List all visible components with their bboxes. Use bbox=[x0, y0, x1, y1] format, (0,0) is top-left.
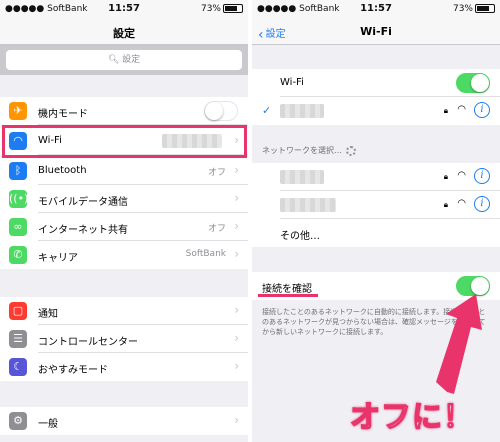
chevron-right-icon: › bbox=[234, 413, 239, 427]
chevron-right-icon: › bbox=[234, 303, 239, 317]
status-bar: ●●●●● SoftBank 11:57 73% bbox=[252, 0, 500, 18]
settings-row-general[interactable]: ⚙ 一般 › bbox=[0, 407, 248, 435]
page-title: 設定 bbox=[113, 27, 135, 40]
dnd-label: おやすみモード bbox=[38, 365, 108, 376]
ask-to-join-label: 接続を確認 bbox=[262, 284, 312, 295]
wifi-screen: ●●●●● SoftBank 11:57 73% ‹ 設定 Wi-Fi Wi-Fi… bbox=[252, 0, 500, 442]
lock-icon: 🔒︎ bbox=[443, 200, 448, 209]
control-center-label: コントロールセンター bbox=[38, 337, 138, 348]
connected-network-row[interactable]: ✓ 🔒︎ ◠ i bbox=[252, 97, 500, 125]
chevron-right-icon: › bbox=[234, 191, 239, 205]
hotspot-label: インターネット共有 bbox=[38, 225, 128, 236]
moon-icon: ☾ bbox=[9, 358, 27, 376]
wifi-signal-icon: ◠ bbox=[457, 170, 466, 181]
search-bar: 🔍︎ 設定 bbox=[0, 45, 248, 75]
network-name-blurred bbox=[280, 104, 324, 118]
loading-spinner-icon bbox=[346, 145, 356, 156]
settings-row-dnd[interactable]: ☾ おやすみモード › bbox=[0, 353, 248, 381]
network-row[interactable]: 🔒︎ ◠ i bbox=[252, 163, 500, 191]
notifications-icon: ▢ bbox=[9, 302, 27, 320]
ask-to-join-footnote: 接続したことのあるネットワークに自動的に接続します。接続したことのあるネットワー… bbox=[262, 308, 486, 336]
page-title: Wi-Fi bbox=[360, 25, 392, 38]
info-icon[interactable]: i bbox=[474, 168, 490, 184]
wifi-toggle[interactable] bbox=[456, 73, 490, 93]
airplane-label: 機内モード bbox=[38, 109, 88, 120]
chevron-right-icon: › bbox=[234, 331, 239, 345]
choose-network-label: ネットワークを選択… bbox=[262, 146, 342, 155]
nav-bar: ‹ 設定 Wi-Fi bbox=[252, 18, 500, 45]
lock-icon: 🔒︎ bbox=[443, 106, 448, 115]
phone-icon: ✆ bbox=[9, 246, 27, 264]
airplane-toggle[interactable] bbox=[204, 101, 238, 121]
cellular-icon: ((•)) bbox=[9, 190, 33, 208]
gear-icon: ⚙ bbox=[9, 412, 27, 430]
checkmark-icon: ✓ bbox=[262, 104, 272, 117]
cellular-label: モバイルデータ通信 bbox=[38, 197, 128, 208]
settings-row-hotspot[interactable]: ∞ インターネット共有 オフ › bbox=[0, 213, 248, 241]
hotspot-value: オフ bbox=[207, 224, 226, 234]
info-icon[interactable]: i bbox=[474, 196, 490, 212]
bluetooth-value: オフ bbox=[207, 168, 226, 178]
status-bar: ●●●●● SoftBank 11:57 73% bbox=[0, 0, 248, 18]
info-icon[interactable]: i bbox=[474, 102, 490, 118]
network-name-blurred bbox=[280, 170, 324, 184]
wifi-signal-icon: ◠ bbox=[457, 104, 466, 115]
airplane-icon: ✈ bbox=[9, 102, 27, 120]
lock-icon: 🔒︎ bbox=[443, 172, 448, 181]
chevron-right-icon: › bbox=[234, 359, 239, 373]
chevron-right-icon: › bbox=[234, 247, 239, 261]
settings-row-carrier[interactable]: ✆ キャリア SoftBank › bbox=[0, 241, 248, 269]
battery-percent: 73% bbox=[452, 4, 473, 14]
other-network-row[interactable]: その他… bbox=[252, 219, 500, 247]
wifi-toggle-label: Wi-Fi bbox=[280, 77, 304, 88]
other-label: その他… bbox=[280, 231, 320, 242]
network-row[interactable]: 🔒︎ ◠ i bbox=[252, 191, 500, 219]
chevron-right-icon: › bbox=[234, 163, 239, 177]
hotspot-icon: ∞ bbox=[9, 218, 27, 236]
wifi-toggle-row: Wi-Fi bbox=[252, 69, 500, 97]
battery-icon bbox=[223, 4, 243, 13]
search-input[interactable]: 🔍︎ 設定 bbox=[6, 50, 242, 70]
settings-row-bluetooth[interactable]: ᛒ Bluetooth オフ › bbox=[0, 157, 248, 185]
battery-percent: 73% bbox=[200, 4, 221, 14]
settings-row-airplane[interactable]: ✈ 機内モード bbox=[0, 97, 248, 125]
notifications-label: 通知 bbox=[38, 309, 58, 320]
carrier-value: SoftBank bbox=[185, 249, 226, 259]
battery-status: 73% bbox=[201, 4, 243, 14]
wifi-highlight-box bbox=[2, 125, 247, 158]
search-placeholder: 設定 bbox=[122, 55, 141, 65]
general-label: 一般 bbox=[38, 419, 58, 430]
carrier-label: キャリア bbox=[38, 253, 78, 264]
control-center-icon: ☰ bbox=[9, 330, 27, 348]
search-icon: 🔍︎ bbox=[107, 55, 123, 65]
choose-network-header: ネットワークを選択… bbox=[262, 145, 356, 156]
nav-bar: 設定 bbox=[0, 18, 248, 45]
settings-row-control-center[interactable]: ☰ コントロールセンター › bbox=[0, 325, 248, 353]
ask-to-join-underline bbox=[258, 294, 318, 297]
chevron-right-icon: › bbox=[234, 219, 239, 233]
annotation-text: オフに！ bbox=[349, 399, 474, 436]
battery-icon bbox=[475, 4, 495, 13]
settings-screen: ●●●●● SoftBank 11:57 73% 設定 🔍︎ 設定 ✈ 機内モー… bbox=[0, 0, 248, 442]
bluetooth-icon: ᛒ bbox=[9, 162, 27, 180]
battery-status: 73% bbox=[453, 4, 495, 14]
settings-row-cellular[interactable]: ((•)) モバイルデータ通信 › bbox=[0, 185, 248, 213]
ask-to-join-toggle[interactable] bbox=[456, 276, 490, 296]
network-name-blurred bbox=[280, 198, 336, 212]
bluetooth-label: Bluetooth bbox=[38, 165, 87, 176]
wifi-signal-icon: ◠ bbox=[457, 198, 466, 209]
settings-row-notifications[interactable]: ▢ 通知 › bbox=[0, 297, 248, 325]
